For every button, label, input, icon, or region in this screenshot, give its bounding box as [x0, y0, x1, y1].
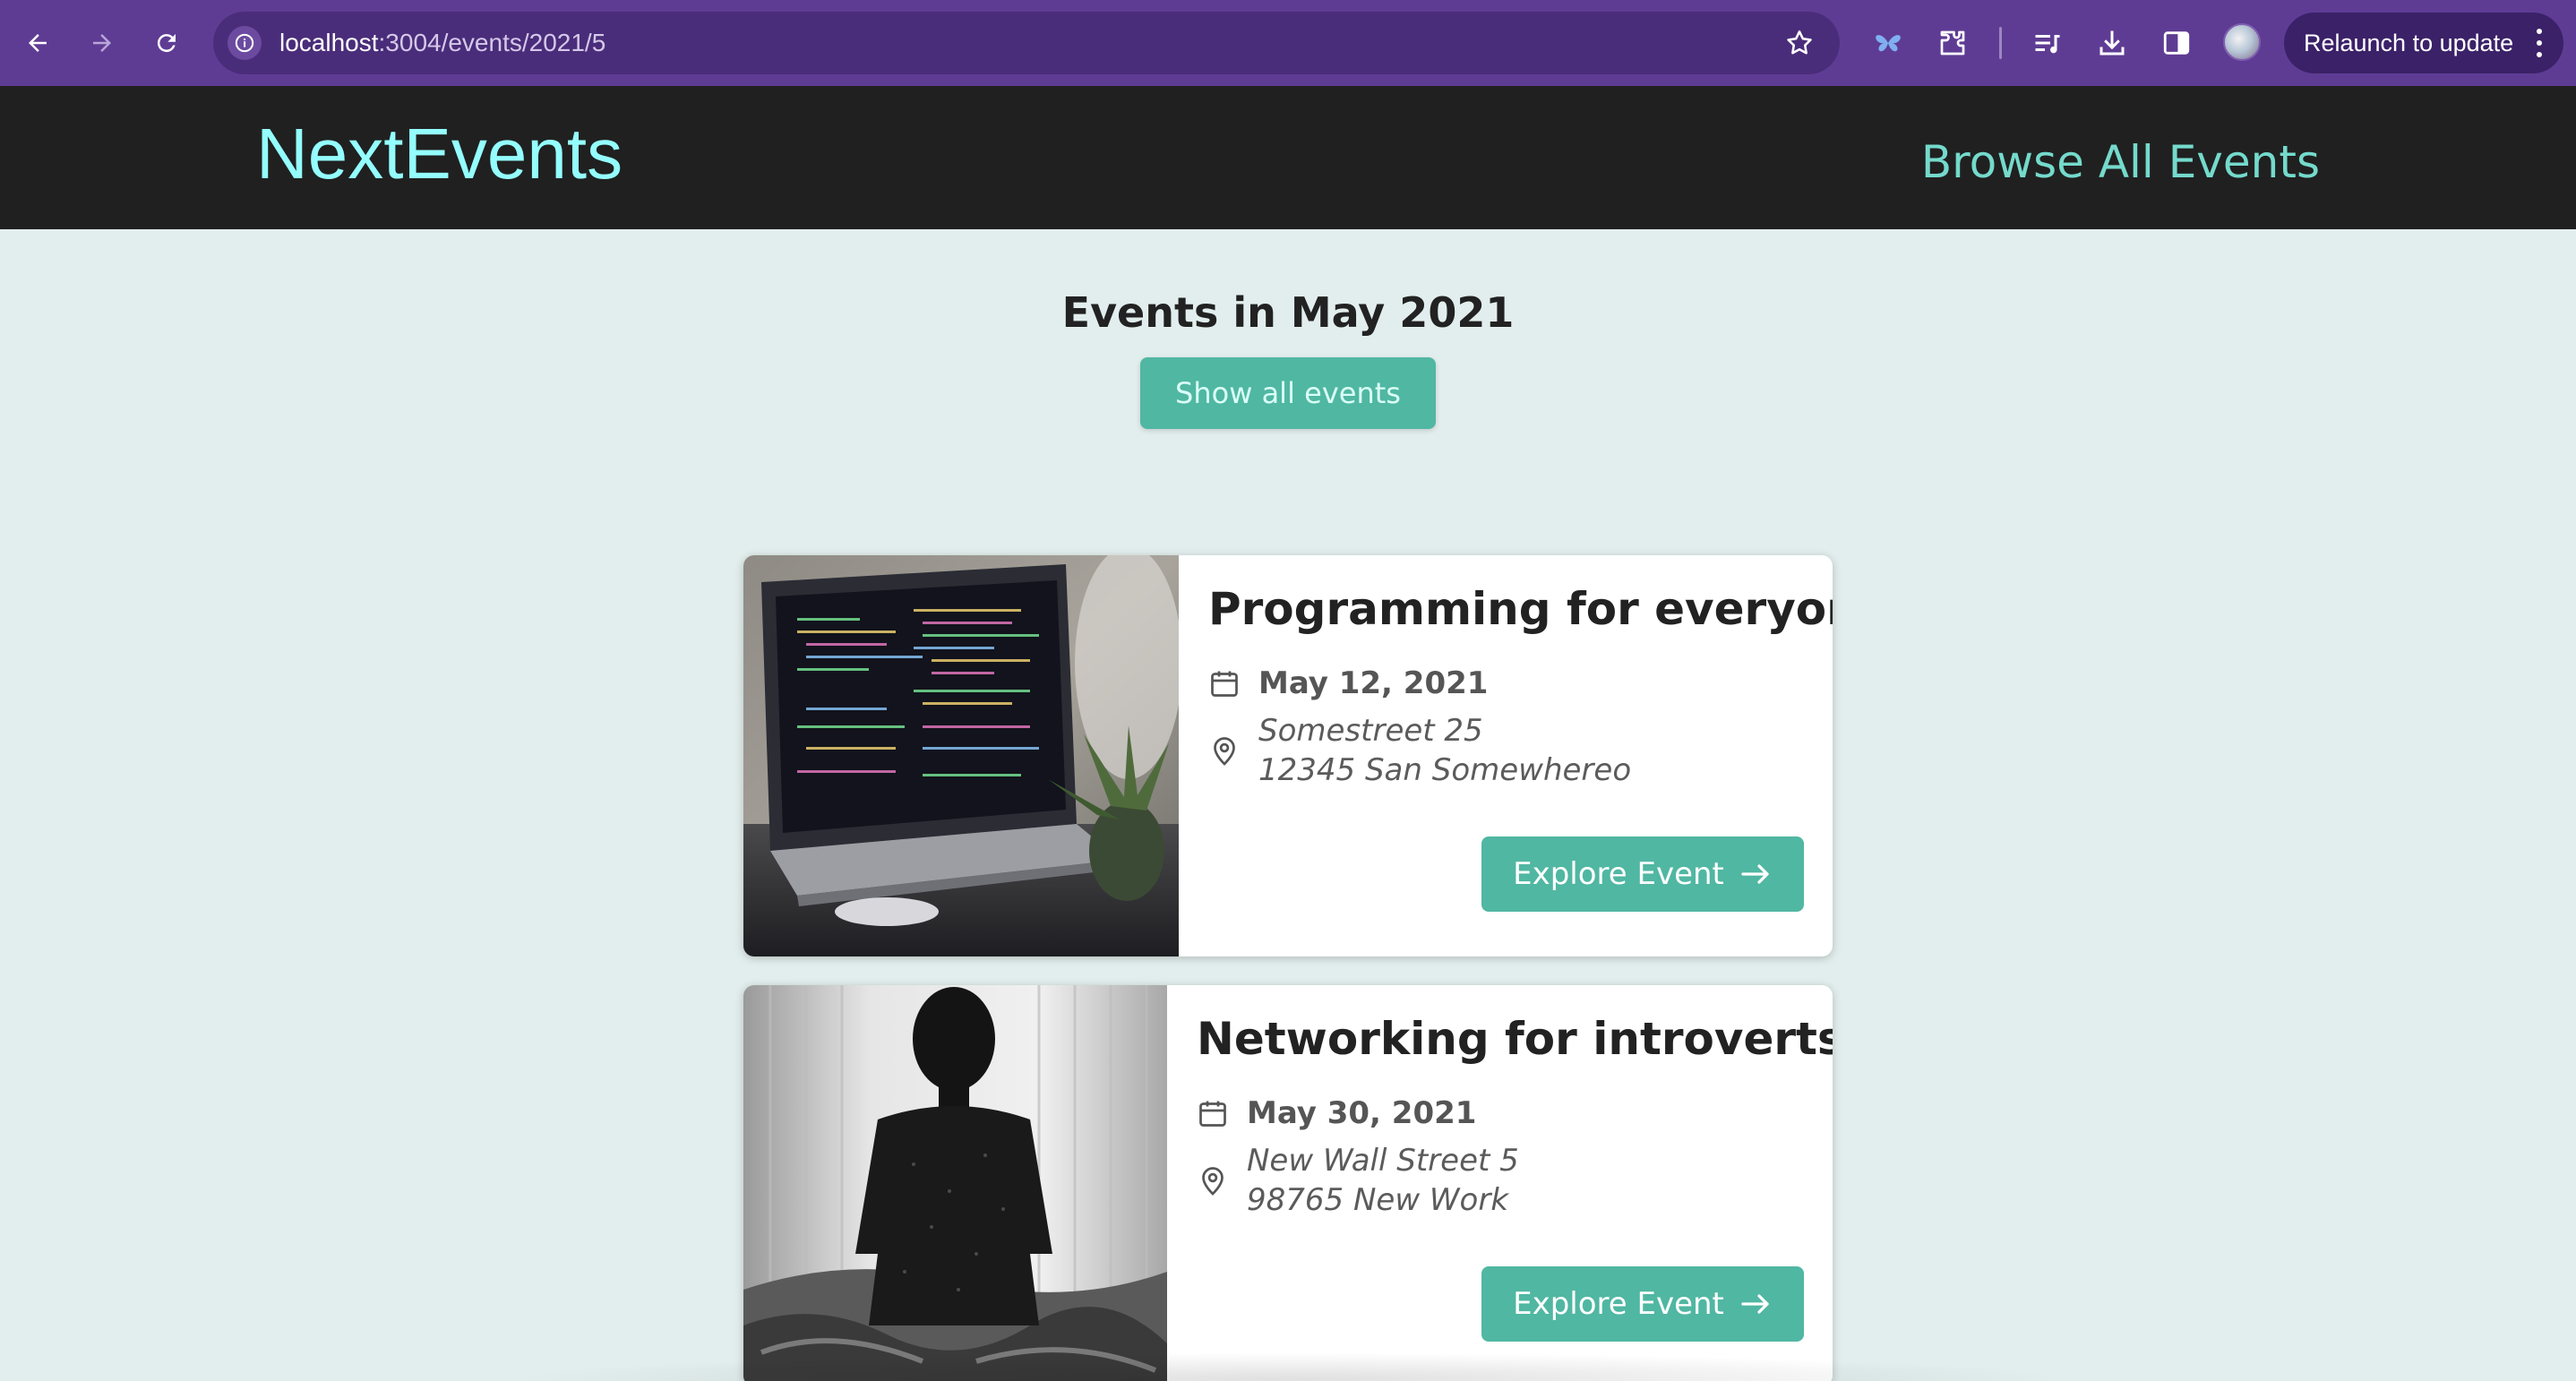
- site-header: NextEvents Browse All Events: [0, 86, 2576, 229]
- url-path: :3004/events/2021/5: [378, 29, 606, 56]
- event-address-line1: New Wall Street 5: [1247, 1143, 1519, 1179]
- toolbar-divider: [1999, 27, 2002, 59]
- event-card: Networking for introverts May 30, 2021 N…: [743, 985, 1833, 1381]
- show-all-events-button[interactable]: Show all events: [1140, 357, 1436, 429]
- event-title: Networking for introverts: [1197, 1013, 1833, 1065]
- event-address: New Wall Street 5 98765 New Work: [1197, 1141, 1519, 1220]
- event-address-line2: 12345 San Somewhereo: [1258, 752, 1632, 788]
- download-icon[interactable]: [2089, 20, 2135, 66]
- explore-event-button[interactable]: Explore Event: [1481, 1266, 1804, 1342]
- event-address-line1: Somestreet 25: [1258, 713, 1483, 749]
- event-image-laptop: [743, 555, 1179, 956]
- event-card-body: Programming for everyone May 12, 2021 So…: [1179, 555, 1833, 956]
- reload-button[interactable]: [142, 18, 192, 68]
- url-text[interactable]: localhost:3004/events/2021/5: [279, 12, 605, 74]
- explore-event-button[interactable]: Explore Event: [1481, 836, 1804, 912]
- calendar-icon: [1211, 671, 1238, 697]
- event-date-text: May 30, 2021: [1247, 1095, 1477, 1131]
- relaunch-button[interactable]: Relaunch to update: [2284, 13, 2563, 73]
- address-bar[interactable]: localhost:3004/events/2021/5: [213, 12, 1840, 74]
- browser-toolbar: localhost:3004/events/2021/5 Relaunch to…: [0, 0, 2576, 86]
- forward-arrow-icon: [93, 34, 111, 52]
- event-card: Programming for everyone May 12, 2021 So…: [743, 555, 1833, 956]
- calendar-icon: [1199, 1101, 1226, 1127]
- arrow-right-icon: [1740, 861, 1773, 888]
- back-button[interactable]: [13, 18, 63, 68]
- event-image-person: [743, 985, 1167, 1381]
- profile-avatar[interactable]: [2223, 23, 2261, 61]
- url-host: localhost: [279, 29, 379, 56]
- location-pin-icon: [1202, 1167, 1224, 1196]
- explore-event-label: Explore Event: [1513, 1286, 1724, 1322]
- reading-list-icon[interactable]: [2024, 20, 2071, 66]
- event-address-line2: 98765 New Work: [1247, 1182, 1509, 1218]
- event-date: May 30, 2021: [1197, 1091, 1476, 1136]
- relaunch-label: Relaunch to update: [2304, 29, 2514, 56]
- extensions-puzzle-icon[interactable]: [1929, 20, 1976, 66]
- forward-button[interactable]: [77, 18, 127, 68]
- arrow-right-icon: [1740, 1291, 1773, 1317]
- extension-butterfly-icon[interactable]: [1865, 20, 1911, 66]
- event-date-text: May 12, 2021: [1258, 665, 1489, 701]
- event-title: Programming for everyone: [1208, 583, 1833, 635]
- event-date: May 12, 2021: [1208, 661, 1488, 706]
- location-pin-icon: [1214, 737, 1235, 766]
- results-title: Events in May 2021: [1061, 288, 1515, 337]
- event-card-body: Networking for introverts May 30, 2021 N…: [1167, 985, 1833, 1381]
- more-menu-icon[interactable]: [2537, 29, 2542, 57]
- site-logo[interactable]: NextEvents: [256, 111, 623, 197]
- reload-icon: [157, 34, 176, 53]
- explore-event-label: Explore Event: [1513, 856, 1724, 892]
- side-panel-icon[interactable]: [2153, 20, 2200, 66]
- page-bottom-shadow: [502, 1352, 2078, 1381]
- event-address: Somestreet 25 12345 San Somewhereo: [1208, 711, 1631, 790]
- site-info-icon[interactable]: [228, 26, 262, 60]
- bookmark-star-icon[interactable]: [1784, 28, 1815, 58]
- browse-all-events-link[interactable]: Browse All Events: [1921, 131, 2320, 193]
- back-arrow-icon: [29, 34, 47, 52]
